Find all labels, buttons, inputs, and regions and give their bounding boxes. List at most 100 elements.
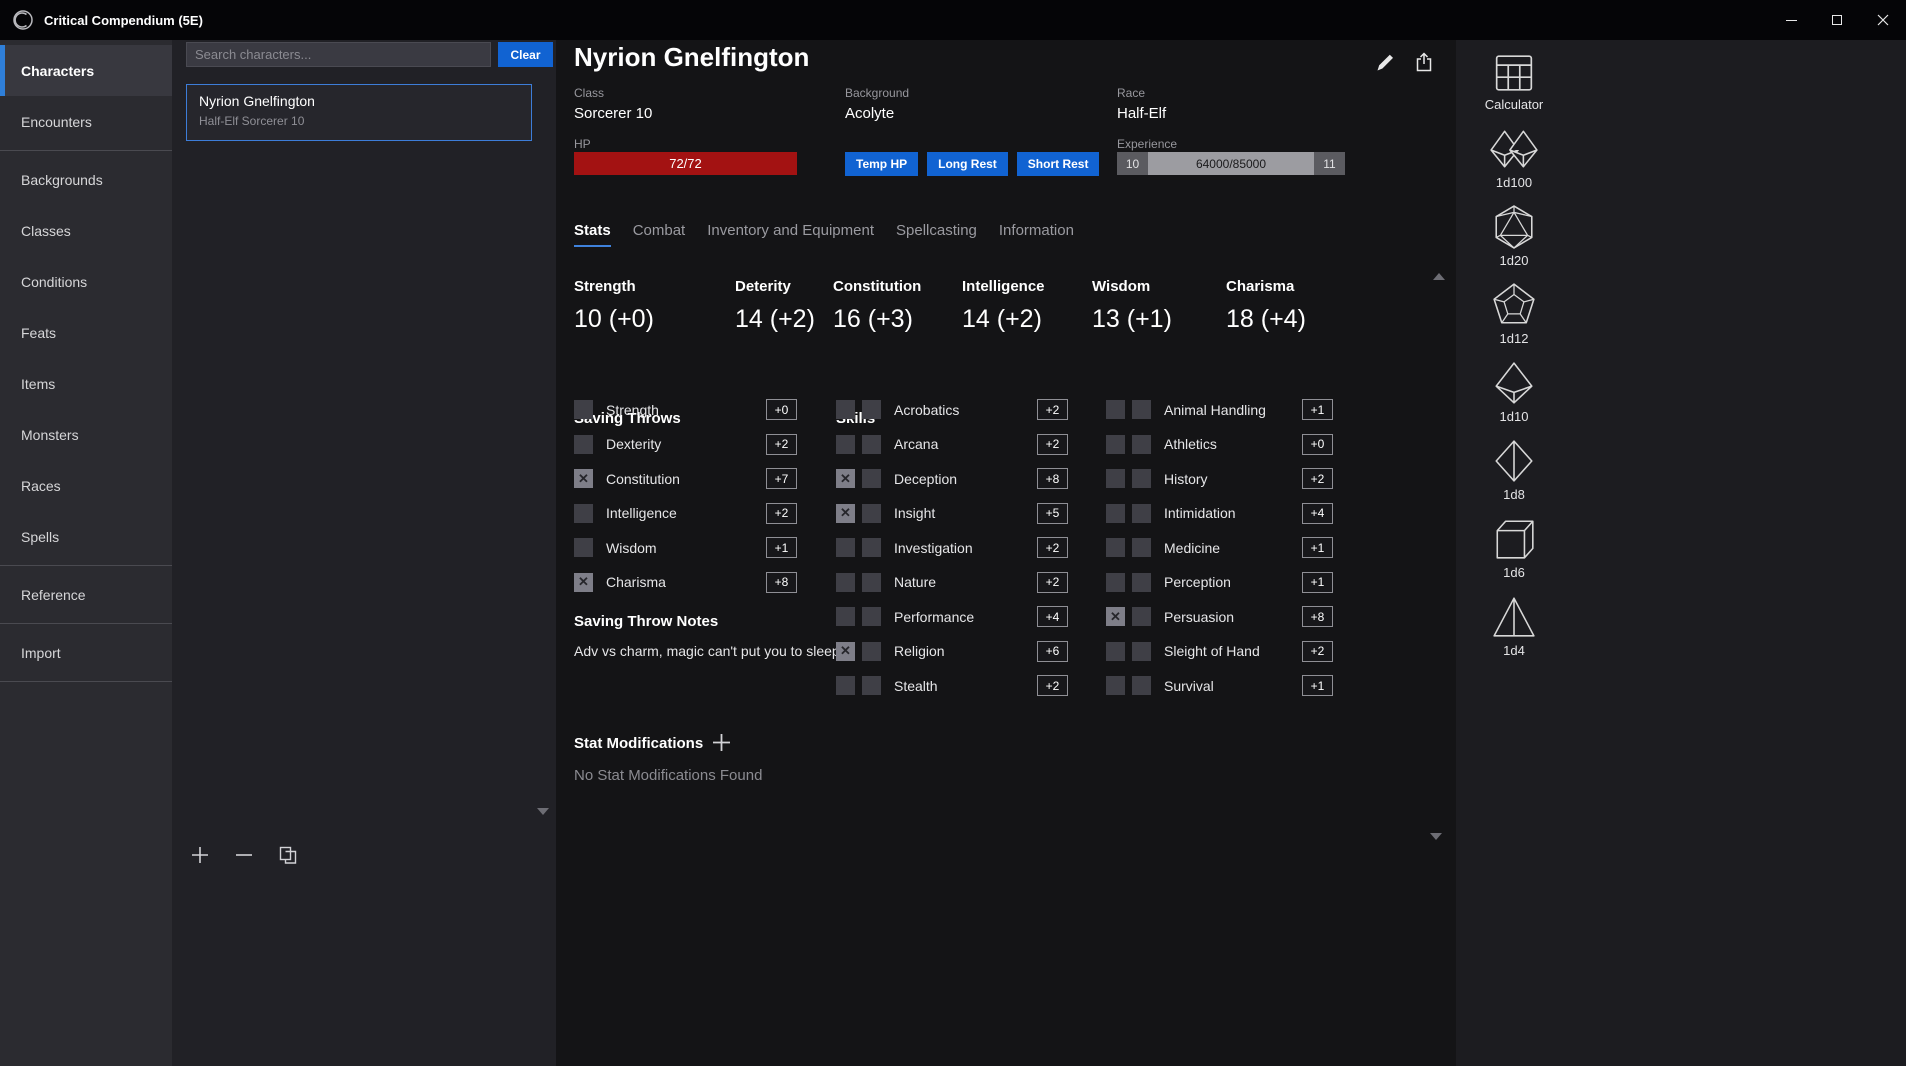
long-rest-button[interactable]: Long Rest — [927, 152, 1008, 176]
tab-spellcasting[interactable]: Spellcasting — [896, 222, 977, 247]
minimize-button[interactable] — [1768, 0, 1814, 40]
expertise-checkbox[interactable] — [862, 469, 881, 488]
proficiency-checkbox[interactable] — [1106, 400, 1125, 419]
nav-item-conditions[interactable]: Conditions — [0, 256, 172, 307]
d8-icon — [1491, 438, 1537, 484]
short-rest-button[interactable]: Short Rest — [1017, 152, 1100, 176]
expertise-checkbox[interactable] — [1132, 642, 1151, 661]
proficiency-checkbox[interactable] — [574, 504, 593, 523]
search-input[interactable] — [186, 42, 491, 67]
sheet-scroll-up-button[interactable] — [1433, 256, 1445, 274]
roll-d4-button[interactable]: 1d4 — [1491, 594, 1537, 658]
expertise-checkbox[interactable] — [1132, 573, 1151, 592]
skill-row: Investigation +2 — [836, 537, 1068, 558]
dice-label: 1d10 — [1500, 409, 1529, 424]
expertise-checkbox[interactable] — [1132, 400, 1151, 419]
expertise-checkbox[interactable] — [862, 573, 881, 592]
add-stat-modification-button[interactable] — [711, 732, 732, 753]
export-character-button[interactable] — [1412, 50, 1436, 74]
character-list-item[interactable]: Nyrion Gnelfington Half-Elf Sorcerer 10 — [186, 84, 532, 141]
proficiency-checkbox[interactable] — [836, 573, 855, 592]
proficiency-checkbox[interactable]: ✕ — [1106, 607, 1125, 626]
proficiency-checkbox[interactable] — [1106, 538, 1125, 557]
skill-bonus: +2 — [1302, 641, 1333, 662]
remove-character-button[interactable] — [234, 845, 254, 865]
proficiency-checkbox[interactable]: ✕ — [836, 642, 855, 661]
proficiency-checkbox[interactable] — [1106, 435, 1125, 454]
nav-item-reference[interactable]: Reference — [0, 569, 172, 620]
proficiency-checkbox[interactable]: ✕ — [574, 573, 593, 592]
tab-information[interactable]: Information — [999, 222, 1074, 247]
expertise-checkbox[interactable] — [1132, 607, 1151, 626]
roll-d20-button[interactable]: 1d20 — [1491, 204, 1537, 268]
tab-combat[interactable]: Combat — [633, 222, 686, 247]
expertise-checkbox[interactable] — [1132, 469, 1151, 488]
expertise-checkbox[interactable] — [862, 538, 881, 557]
proficiency-checkbox[interactable] — [836, 607, 855, 626]
nav-item-label: Encounters — [21, 114, 92, 130]
expertise-checkbox[interactable] — [1132, 538, 1151, 557]
nav-item-classes[interactable]: Classes — [0, 205, 172, 256]
proficiency-checkbox[interactable] — [836, 538, 855, 557]
proficiency-checkbox[interactable] — [836, 676, 855, 695]
proficiency-checkbox[interactable]: ✕ — [574, 469, 593, 488]
proficiency-checkbox[interactable] — [574, 400, 593, 419]
proficiency-checkbox[interactable] — [1106, 469, 1125, 488]
edit-character-button[interactable] — [1373, 50, 1397, 74]
d20-icon — [1491, 204, 1537, 250]
tab-stats[interactable]: Stats — [574, 222, 611, 247]
nav-item-encounters[interactable]: Encounters — [0, 96, 172, 147]
nav-item-import[interactable]: Import — [0, 627, 172, 678]
title-bar: Critical Compendium (5E) — [0, 0, 1906, 40]
nav-item-characters[interactable]: Characters — [0, 45, 172, 96]
sheet-scroll-down-button[interactable] — [1430, 840, 1442, 858]
proficiency-checkbox[interactable] — [1106, 504, 1125, 523]
expertise-checkbox[interactable] — [862, 435, 881, 454]
proficiency-checkbox[interactable]: ✕ — [836, 469, 855, 488]
expertise-checkbox[interactable] — [862, 504, 881, 523]
expertise-checkbox[interactable] — [1132, 504, 1151, 523]
skills-column-1: Acrobatics +2 Arcana +2 ✕ Deception +8 ✕… — [836, 399, 1068, 710]
expertise-checkbox[interactable] — [862, 400, 881, 419]
app-logo-icon — [12, 9, 34, 31]
nav-item-races[interactable]: Races — [0, 460, 172, 511]
dice-toolbar: Calculator 1d100 1d20 — [1456, 40, 1572, 672]
proficiency-checkbox[interactable] — [1106, 676, 1125, 695]
expertise-checkbox[interactable] — [1132, 435, 1151, 454]
proficiency-checkbox[interactable] — [836, 400, 855, 419]
expertise-checkbox[interactable] — [1132, 676, 1151, 695]
list-scroll-down-button[interactable] — [537, 815, 549, 833]
roll-d8-button[interactable]: 1d8 — [1491, 438, 1537, 502]
proficiency-checkbox[interactable] — [1106, 642, 1125, 661]
roll-d6-button[interactable]: 1d6 — [1491, 516, 1537, 580]
duplicate-character-button[interactable] — [278, 845, 298, 865]
nav-item-monsters[interactable]: Monsters — [0, 409, 172, 460]
temp-hp-button[interactable]: Temp HP — [845, 152, 918, 176]
clear-search-button[interactable]: Clear — [498, 42, 553, 67]
nav-item-spells[interactable]: Spells — [0, 511, 172, 562]
maximize-button[interactable] — [1814, 0, 1860, 40]
proficiency-checkbox[interactable] — [1106, 573, 1125, 592]
character-name: Nyrion Gnelfington — [199, 93, 519, 109]
nav-item-items[interactable]: Items — [0, 358, 172, 409]
nav-item-feats[interactable]: Feats — [0, 307, 172, 358]
expertise-checkbox[interactable] — [862, 642, 881, 661]
skill-label: Deception — [894, 471, 957, 487]
roll-d10-button[interactable]: 1d10 — [1491, 360, 1537, 424]
expertise-checkbox[interactable] — [862, 607, 881, 626]
experience-bar: 10 64000/85000 11 — [1117, 152, 1345, 175]
nav-item-backgrounds[interactable]: Backgrounds — [0, 154, 172, 205]
close-button[interactable] — [1860, 0, 1906, 40]
proficiency-checkbox[interactable]: ✕ — [836, 504, 855, 523]
tab-inventory[interactable]: Inventory and Equipment — [707, 222, 874, 247]
calculator-button[interactable]: Calculator — [1485, 52, 1544, 112]
roll-d12-button[interactable]: 1d12 — [1491, 282, 1537, 346]
proficiency-checkbox[interactable] — [574, 538, 593, 557]
add-character-button[interactable] — [190, 845, 210, 865]
ability-value: 13 (+1) — [1092, 305, 1172, 334]
proficiency-checkbox[interactable] — [836, 435, 855, 454]
pencil-icon — [1374, 51, 1396, 73]
roll-d100-button[interactable]: 1d100 — [1489, 126, 1539, 190]
proficiency-checkbox[interactable] — [574, 435, 593, 454]
expertise-checkbox[interactable] — [862, 676, 881, 695]
